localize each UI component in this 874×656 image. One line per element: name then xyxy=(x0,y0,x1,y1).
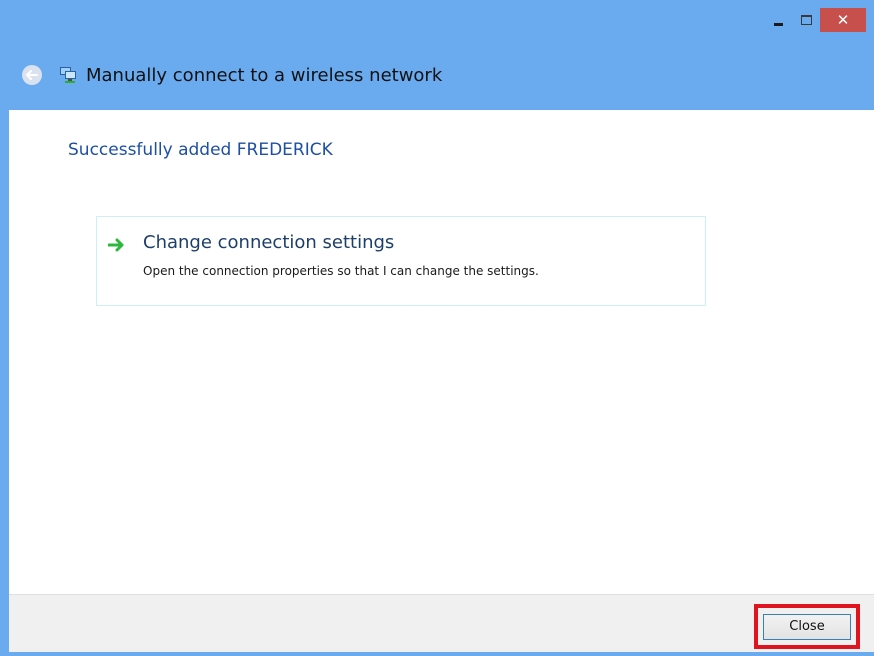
success-heading: Successfully added FREDERICK xyxy=(68,140,333,160)
content-panel: Successfully added FREDERICK Change conn… xyxy=(9,110,874,594)
back-button[interactable] xyxy=(22,65,42,85)
header-row: Manually connect to a wireless network xyxy=(22,60,442,90)
dialog-window: ✕ Manually connect to a wireless network… xyxy=(0,0,874,656)
minimize-button[interactable] xyxy=(764,8,792,32)
maximize-button[interactable] xyxy=(792,8,820,32)
footer-bar: Close xyxy=(9,594,874,652)
minimize-icon xyxy=(773,22,783,26)
close-icon: ✕ xyxy=(836,10,850,29)
window-close-button[interactable]: ✕ xyxy=(820,8,866,32)
close-button-highlight: Close xyxy=(754,604,860,649)
network-icon xyxy=(60,67,76,83)
window-caption-controls: ✕ xyxy=(764,8,866,32)
back-arrow-icon xyxy=(26,70,38,80)
green-arrow-icon xyxy=(108,238,124,252)
maximize-icon xyxy=(800,15,812,25)
change-connection-settings-option[interactable]: Change connection settings Open the conn… xyxy=(96,216,706,306)
option-title: Change connection settings xyxy=(143,232,395,253)
option-description: Open the connection properties so that I… xyxy=(143,264,539,278)
close-button[interactable]: Close xyxy=(763,613,851,640)
window-title: Manually connect to a wireless network xyxy=(86,64,443,86)
